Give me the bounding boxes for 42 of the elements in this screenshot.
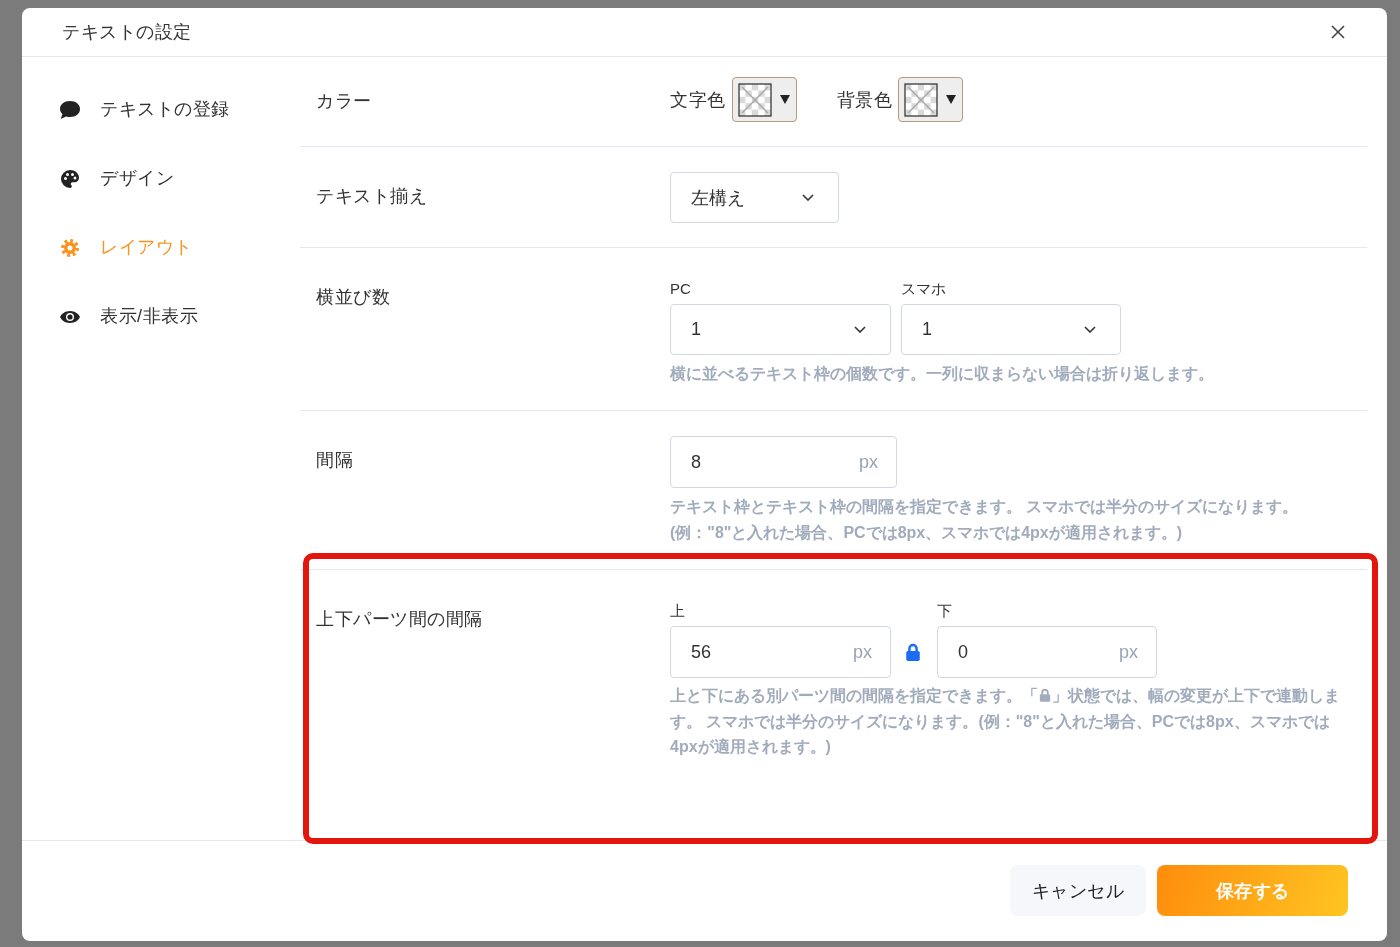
unit-label: px	[859, 451, 878, 473]
color-picker-button[interactable]	[898, 77, 963, 122]
close-icon	[1331, 25, 1345, 39]
section-label: 上下パーツ間の間隔	[315, 608, 484, 631]
help-text: テキスト枠とテキスト枠の間隔を指定できます。 スマホでは半分のサイズになります。	[670, 497, 1300, 518]
sidebar-item[interactable]: 表示/非表示	[22, 282, 300, 351]
close-button[interactable]	[1329, 23, 1347, 41]
dialog-title: テキストの設定	[62, 21, 192, 44]
alignment-select[interactable]: 左構え	[670, 172, 839, 223]
color-label: 背景色	[836, 88, 892, 112]
help-text: 上と下にある別パーツ間の間隔を指定できます。「 」状態では、幅の変更が上下で連動します。 スマホでは半分のサイズになります。(例："8"と入れた場合、PCでは8px、スマホでは4pxが適用されます。)	[670, 686, 1341, 757]
chevron-down-icon	[854, 326, 866, 333]
color-label: 文字色	[670, 88, 726, 112]
column-count-select[interactable]: 1	[670, 304, 891, 355]
sidebar-item[interactable]: テキストの登録	[22, 75, 300, 144]
help-text: 横に並べるテキスト枠の個数です。一列に収まらない場合は折り返します。	[670, 364, 1215, 385]
color-picker-button[interactable]	[731, 77, 797, 122]
caret-icon	[779, 95, 790, 104]
unit-label: px	[853, 641, 872, 663]
field-label: 下	[937, 601, 952, 621]
palette-icon	[60, 169, 80, 188]
gear-icon	[60, 238, 80, 257]
help-text: (例："8"と入れた場合、PCでは8px、スマホでは4pxが適用されます。)	[670, 523, 1184, 543]
caret-icon	[946, 95, 956, 104]
section-label: カラー	[315, 90, 373, 113]
transparent-swatch-icon	[737, 82, 772, 117]
section-label: 間隔	[315, 449, 354, 472]
sidebar-item[interactable]: デザイン	[22, 144, 300, 213]
lock-icon[interactable]	[905, 643, 921, 661]
transparent-swatch-icon	[904, 82, 938, 117]
section-label: テキスト揃え	[315, 185, 428, 208]
field-label: PC	[670, 279, 691, 299]
field-label: 上	[670, 601, 685, 621]
unit-label: px	[1119, 641, 1138, 663]
chevron-down-icon	[802, 194, 814, 201]
cancel-button[interactable]: キャンセル	[1010, 865, 1146, 916]
field-label: スマホ	[901, 279, 946, 299]
chevron-down-icon	[1084, 326, 1096, 333]
section-label: 横並び数	[315, 286, 391, 309]
column-count-select[interactable]: 1	[901, 304, 1121, 355]
speech-bubble-icon	[60, 100, 80, 119]
lock-icon	[1039, 688, 1051, 702]
